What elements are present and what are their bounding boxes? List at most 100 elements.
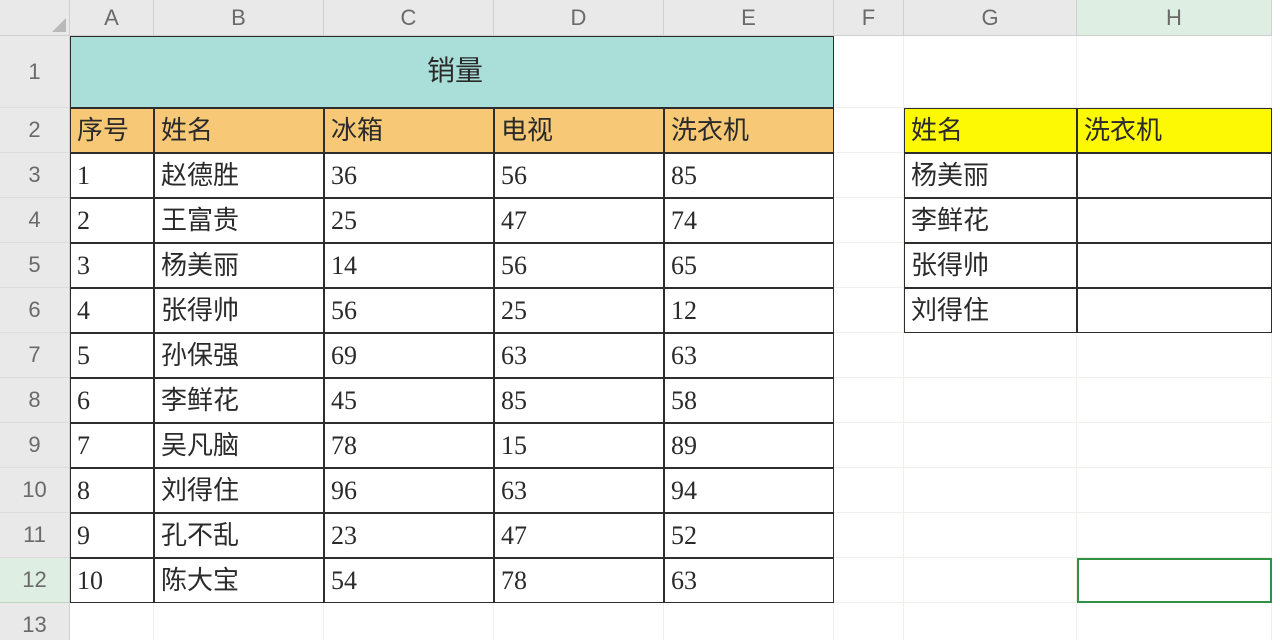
cell-F7[interactable]	[834, 333, 904, 378]
main-cell-C7[interactable]: 69	[324, 333, 494, 378]
main-cell-D4[interactable]: 47	[494, 198, 664, 243]
main-cell-E7[interactable]: 63	[664, 333, 834, 378]
main-cell-D8[interactable]: 85	[494, 378, 664, 423]
cell-F9[interactable]	[834, 423, 904, 468]
main-cell-A6[interactable]: 4	[70, 288, 154, 333]
cell-H1[interactable]	[1077, 36, 1272, 108]
cell-G10[interactable]	[904, 468, 1077, 513]
cell-G1[interactable]	[904, 36, 1077, 108]
main-cell-A7[interactable]: 5	[70, 333, 154, 378]
cell-H8[interactable]	[1077, 378, 1272, 423]
cell-C13[interactable]	[324, 603, 494, 640]
main-cell-C8[interactable]: 45	[324, 378, 494, 423]
main-cell-E10[interactable]: 94	[664, 468, 834, 513]
main-cell-A10[interactable]: 8	[70, 468, 154, 513]
main-header-C[interactable]: 冰箱	[324, 108, 494, 153]
row-header-9[interactable]: 9	[0, 423, 70, 468]
row-header-2[interactable]: 2	[0, 108, 70, 153]
main-cell-B8[interactable]: 李鲜花	[154, 378, 324, 423]
col-header-D[interactable]: D	[494, 0, 664, 36]
side-header-G[interactable]: 姓名	[904, 108, 1077, 153]
main-cell-A8[interactable]: 6	[70, 378, 154, 423]
row-header-13[interactable]: 13	[0, 603, 70, 640]
main-cell-D11[interactable]: 47	[494, 513, 664, 558]
main-cell-D9[interactable]: 15	[494, 423, 664, 468]
cell-F4[interactable]	[834, 198, 904, 243]
main-cell-B7[interactable]: 孙保强	[154, 333, 324, 378]
main-cell-B10[interactable]: 刘得住	[154, 468, 324, 513]
main-cell-A11[interactable]: 9	[70, 513, 154, 558]
main-cell-A4[interactable]: 2	[70, 198, 154, 243]
col-header-B[interactable]: B	[154, 0, 324, 36]
main-cell-E9[interactable]: 89	[664, 423, 834, 468]
col-header-H[interactable]: H	[1077, 0, 1272, 36]
main-cell-B11[interactable]: 孔不乱	[154, 513, 324, 558]
side-header-H[interactable]: 洗衣机	[1077, 108, 1272, 153]
main-cell-A12[interactable]: 10	[70, 558, 154, 603]
row-header-4[interactable]: 4	[0, 198, 70, 243]
col-header-A[interactable]: A	[70, 0, 154, 36]
main-cell-A3[interactable]: 1	[70, 153, 154, 198]
main-cell-C3[interactable]: 36	[324, 153, 494, 198]
main-cell-E12[interactable]: 63	[664, 558, 834, 603]
main-cell-B12[interactable]: 陈大宝	[154, 558, 324, 603]
cell-F13[interactable]	[834, 603, 904, 640]
select-all-corner[interactable]	[0, 0, 70, 36]
cell-G8[interactable]	[904, 378, 1077, 423]
main-cell-C9[interactable]: 78	[324, 423, 494, 468]
main-header-D[interactable]: 电视	[494, 108, 664, 153]
side-cell-G5[interactable]: 张得帅	[904, 243, 1077, 288]
main-cell-C5[interactable]: 14	[324, 243, 494, 288]
col-header-F[interactable]: F	[834, 0, 904, 36]
col-header-G[interactable]: G	[904, 0, 1077, 36]
cell-F10[interactable]	[834, 468, 904, 513]
main-cell-C11[interactable]: 23	[324, 513, 494, 558]
row-header-6[interactable]: 6	[0, 288, 70, 333]
main-cell-B3[interactable]: 赵德胜	[154, 153, 324, 198]
side-cell-G6[interactable]: 刘得住	[904, 288, 1077, 333]
main-cell-D12[interactable]: 78	[494, 558, 664, 603]
main-cell-D3[interactable]: 56	[494, 153, 664, 198]
main-cell-D5[interactable]: 56	[494, 243, 664, 288]
merged-title[interactable]: 销量	[70, 36, 834, 108]
main-cell-E8[interactable]: 58	[664, 378, 834, 423]
cell-G9[interactable]	[904, 423, 1077, 468]
main-cell-D7[interactable]: 63	[494, 333, 664, 378]
cell-H13[interactable]	[1077, 603, 1272, 640]
main-cell-A5[interactable]: 3	[70, 243, 154, 288]
cell-F2[interactable]	[834, 108, 904, 153]
main-cell-C4[interactable]: 25	[324, 198, 494, 243]
main-header-E[interactable]: 洗衣机	[664, 108, 834, 153]
cell-F1[interactable]	[834, 36, 904, 108]
side-cell-G3[interactable]: 杨美丽	[904, 153, 1077, 198]
row-header-3[interactable]: 3	[0, 153, 70, 198]
cell-H11[interactable]	[1077, 513, 1272, 558]
cell-F3[interactable]	[834, 153, 904, 198]
main-cell-E11[interactable]: 52	[664, 513, 834, 558]
main-header-A[interactable]: 序号	[70, 108, 154, 153]
row-header-10[interactable]: 10	[0, 468, 70, 513]
main-cell-D6[interactable]: 25	[494, 288, 664, 333]
row-header-5[interactable]: 5	[0, 243, 70, 288]
main-cell-E6[interactable]: 12	[664, 288, 834, 333]
cell-D13[interactable]	[494, 603, 664, 640]
main-cell-C6[interactable]: 56	[324, 288, 494, 333]
cell-H7[interactable]	[1077, 333, 1272, 378]
main-header-B[interactable]: 姓名	[154, 108, 324, 153]
main-cell-D10[interactable]: 63	[494, 468, 664, 513]
row-header-8[interactable]: 8	[0, 378, 70, 423]
cell-F6[interactable]	[834, 288, 904, 333]
side-cell-H5[interactable]	[1077, 243, 1272, 288]
main-cell-B6[interactable]: 张得帅	[154, 288, 324, 333]
cell-B13[interactable]	[154, 603, 324, 640]
main-cell-E5[interactable]: 65	[664, 243, 834, 288]
side-cell-H3[interactable]	[1077, 153, 1272, 198]
active-cell[interactable]	[1077, 558, 1272, 603]
main-cell-C12[interactable]: 54	[324, 558, 494, 603]
main-cell-B5[interactable]: 杨美丽	[154, 243, 324, 288]
cell-F11[interactable]	[834, 513, 904, 558]
cell-G7[interactable]	[904, 333, 1077, 378]
main-cell-E3[interactable]: 85	[664, 153, 834, 198]
cell-E13[interactable]	[664, 603, 834, 640]
row-header-7[interactable]: 7	[0, 333, 70, 378]
